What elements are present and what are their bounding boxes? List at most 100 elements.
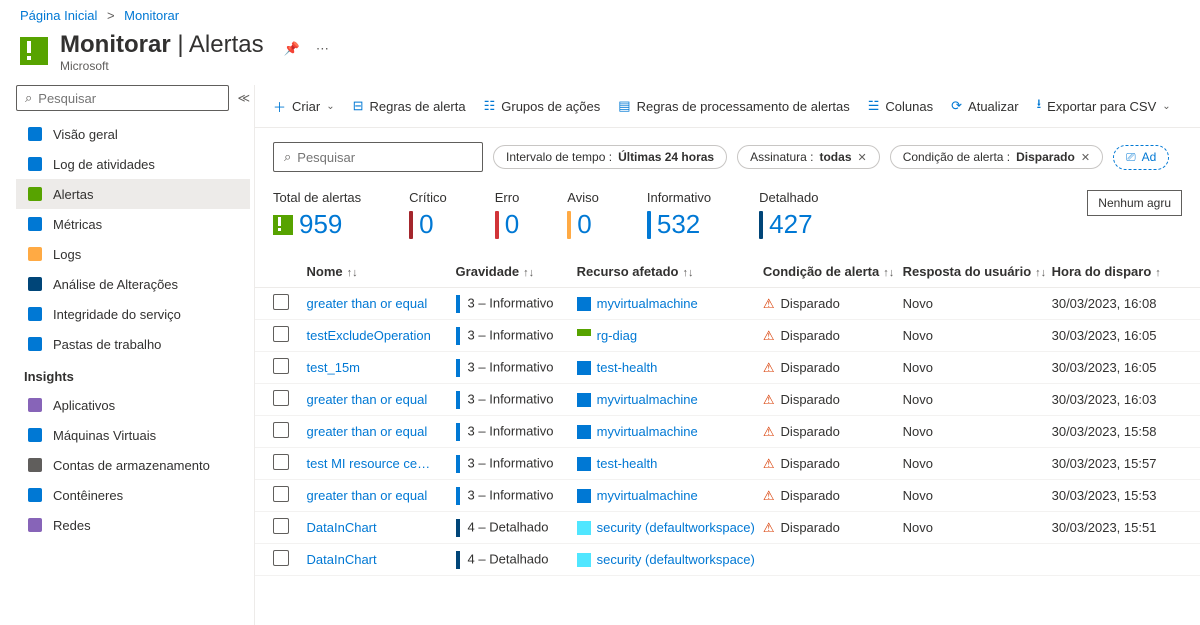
filter-time-range[interactable]: Intervalo de tempo : Últimas 24 horas xyxy=(493,145,727,169)
row-checkbox[interactable] xyxy=(273,358,289,374)
alert-name-link[interactable]: greater than or equal xyxy=(307,424,428,439)
sidebar-item-label: Logs xyxy=(53,247,81,262)
sidebar-item-integridade-do-serviço[interactable]: Integridade do serviço xyxy=(16,299,250,329)
row-checkbox[interactable] xyxy=(273,326,289,342)
resource-link[interactable]: test-health xyxy=(597,360,658,375)
insight-icon xyxy=(27,427,43,443)
sidebar-item-métricas[interactable]: Métricas xyxy=(16,209,250,239)
metrics-icon xyxy=(27,216,43,232)
sidebar-item-log-de-atividades[interactable]: Log de atividades xyxy=(16,149,250,179)
sidebar-item-alertas[interactable]: Alertas xyxy=(16,179,250,209)
sidebar-item-máquinas-virtuais[interactable]: Máquinas Virtuais xyxy=(16,420,250,450)
sidebar-item-aplicativos[interactable]: Aplicativos xyxy=(16,390,250,420)
sidebar-item-contas-de-armazenamento[interactable]: Contas de armazenamento xyxy=(16,450,250,480)
summary-error[interactable]: Erro 0 xyxy=(495,190,520,240)
table-row[interactable]: greater than or equal3 – Informativomyvi… xyxy=(255,480,1200,512)
warning-icon: ⚠ xyxy=(763,360,775,375)
pin-icon[interactable]: 📌 xyxy=(284,41,300,57)
sidebar-item-contêineres[interactable]: Contêineres xyxy=(16,480,250,510)
breadcrumb-home[interactable]: Página Inicial xyxy=(20,8,97,23)
col-condition[interactable]: Condição de alerta↑↓ xyxy=(763,264,903,279)
resource-link[interactable]: myvirtualmachine xyxy=(597,424,698,439)
response-cell: Novo xyxy=(903,456,1052,471)
alert-name-link[interactable]: greater than or equal xyxy=(307,392,428,407)
summary-informational[interactable]: Informativo 532 xyxy=(647,190,711,240)
resource-link[interactable]: myvirtualmachine xyxy=(597,392,698,407)
alert-name-link[interactable]: DataInChart xyxy=(307,552,377,567)
resource-link[interactable]: test-health xyxy=(597,456,658,471)
table-row[interactable]: testExcludeOperation3 – Informativorg-di… xyxy=(255,320,1200,352)
col-response[interactable]: Resposta do usuário↑↓ xyxy=(903,264,1052,279)
table-row[interactable]: DataInChart4 – Detalhadosecurity (defaul… xyxy=(255,512,1200,544)
more-icon[interactable]: ⋯ xyxy=(316,41,329,57)
resource-link[interactable]: myvirtualmachine xyxy=(597,488,698,503)
sort-icon: ↑↓ xyxy=(347,267,358,279)
resource-icon xyxy=(577,393,591,407)
processing-rules-button[interactable]: ▤Regras de processamento de alertas xyxy=(618,98,849,114)
filter-search[interactable]: ⌕ xyxy=(273,142,483,172)
summary-critical[interactable]: Crítico 0 xyxy=(409,190,447,240)
sidebar-item-redes[interactable]: Redes xyxy=(16,510,250,540)
close-icon[interactable]: ✕ xyxy=(1081,151,1090,164)
row-checkbox[interactable] xyxy=(273,518,289,534)
grouping-dropdown[interactable]: Nenhum agru xyxy=(1087,190,1182,216)
add-filter-button[interactable]: ⎚Ad xyxy=(1113,145,1169,170)
plus-icon: ＋ xyxy=(273,97,286,116)
action-groups-button[interactable]: ☷Grupos de ações xyxy=(484,98,601,114)
filter-search-input[interactable] xyxy=(297,150,473,165)
row-checkbox[interactable] xyxy=(273,294,289,310)
col-name[interactable]: Nome↑↓ xyxy=(307,264,456,279)
table-row[interactable]: greater than or equal3 – Informativomyvi… xyxy=(255,384,1200,416)
col-severity[interactable]: Gravidade↑↓ xyxy=(456,264,577,279)
sidebar-item-análise-de-alterações[interactable]: Análise de Alterações xyxy=(16,269,250,299)
sidebar-item-label: Contêineres xyxy=(53,488,123,503)
resource-link[interactable]: rg-diag xyxy=(597,328,637,343)
summary-total[interactable]: Total de alertas 959 xyxy=(273,190,361,240)
resource-link[interactable]: security (defaultworkspace) xyxy=(597,520,755,535)
globe-icon xyxy=(27,126,43,142)
breadcrumb-current[interactable]: Monitorar xyxy=(124,8,179,23)
table-row[interactable]: greater than or equal3 – Informativomyvi… xyxy=(255,288,1200,320)
summary-warning[interactable]: Aviso 0 xyxy=(567,190,599,240)
table-row[interactable]: DataInChart4 – Detalhadosecurity (defaul… xyxy=(255,544,1200,576)
close-icon[interactable]: ✕ xyxy=(858,151,867,164)
sidebar-item-pastas-de-trabalho[interactable]: Pastas de trabalho xyxy=(16,329,250,359)
sidebar-search-input[interactable] xyxy=(38,91,220,106)
collapse-sidebar-icon[interactable]: ≪ xyxy=(237,91,250,105)
table-row[interactable]: test_15m3 – Informativotest-health⚠Dispa… xyxy=(255,352,1200,384)
filter-subscription[interactable]: Assinatura : todas✕ xyxy=(737,145,880,169)
create-button[interactable]: ＋Criar⌄ xyxy=(273,97,335,116)
resource-link[interactable]: security (defaultworkspace) xyxy=(597,552,755,567)
resource-link[interactable]: myvirtualmachine xyxy=(597,296,698,311)
warning-icon: ⚠ xyxy=(763,424,775,439)
sidebar-item-logs[interactable]: Logs xyxy=(16,239,250,269)
table-row[interactable]: test MI resource ce…3 – Informativotest-… xyxy=(255,448,1200,480)
refresh-button[interactable]: ⟳Atualizar xyxy=(951,98,1018,114)
row-checkbox[interactable] xyxy=(273,486,289,502)
download-icon: ⭳ xyxy=(1037,95,1042,117)
row-checkbox[interactable] xyxy=(273,422,289,438)
alert-name-link[interactable]: testExcludeOperation xyxy=(307,328,431,343)
alert-name-link[interactable]: test MI resource ce… xyxy=(307,456,431,471)
col-time[interactable]: Hora do disparo↑ xyxy=(1052,264,1182,279)
time-cell: 30/03/2023, 15:57 xyxy=(1052,456,1182,471)
alert-rules-button[interactable]: ⊟Regras de alerta xyxy=(353,98,466,114)
toolbar: ＋Criar⌄ ⊟Regras de alerta ☷Grupos de açõ… xyxy=(255,85,1200,128)
summary-verbose[interactable]: Detalhado 427 xyxy=(759,190,818,240)
columns-button[interactable]: ☱Colunas xyxy=(868,98,933,114)
alert-name-link[interactable]: test_15m xyxy=(307,360,360,375)
row-checkbox[interactable] xyxy=(273,454,289,470)
row-checkbox[interactable] xyxy=(273,390,289,406)
resource-icon xyxy=(577,521,591,535)
table-row[interactable]: greater than or equal3 – Informativomyvi… xyxy=(255,416,1200,448)
sidebar-search[interactable]: ⌕ xyxy=(16,85,229,111)
warning-icon: ⚠ xyxy=(763,392,775,407)
col-resource[interactable]: Recurso afetado↑↓ xyxy=(577,264,763,279)
export-csv-button[interactable]: ⭳Exportar para CSV⌄ xyxy=(1037,95,1171,117)
sidebar-item-visão-geral[interactable]: Visão geral xyxy=(16,119,250,149)
alert-name-link[interactable]: DataInChart xyxy=(307,520,377,535)
row-checkbox[interactable] xyxy=(273,550,289,566)
filter-alert-condition[interactable]: Condição de alerta : Disparado✕ xyxy=(890,145,1103,169)
alert-name-link[interactable]: greater than or equal xyxy=(307,296,428,311)
alert-name-link[interactable]: greater than or equal xyxy=(307,488,428,503)
